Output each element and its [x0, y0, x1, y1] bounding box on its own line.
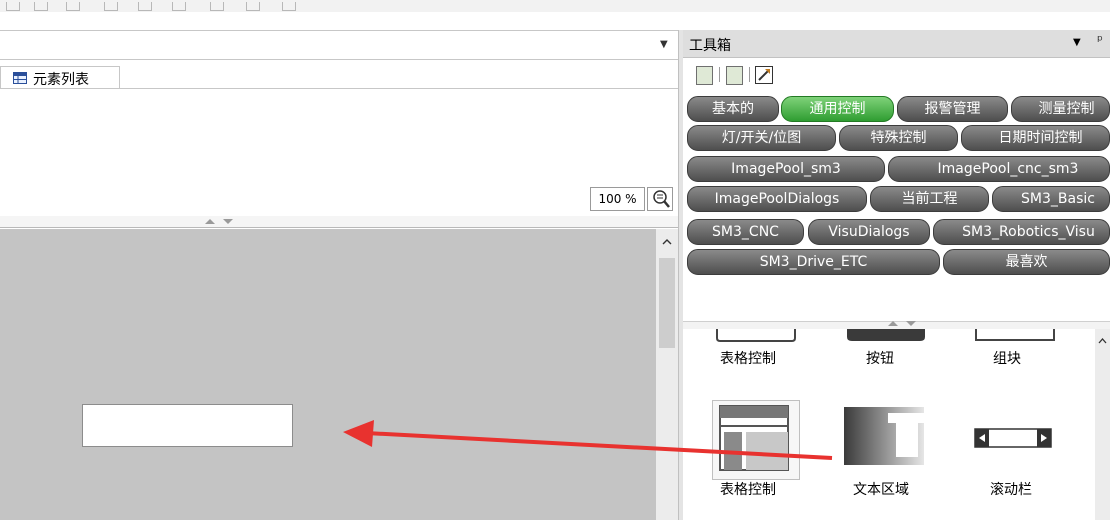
- toolbox-tab-special-controls[interactable]: 特殊控制: [839, 125, 958, 151]
- item-label: 组块: [993, 351, 1021, 367]
- tab-label: 元素列表: [33, 72, 89, 88]
- toolbar-icon[interactable]: [246, 2, 260, 11]
- text-field-element[interactable]: [82, 404, 293, 447]
- top-toolbar: [0, 0, 1110, 12]
- toolbox-tab-sm3-robotics[interactable]: SM3_Robotics_Visu: [933, 219, 1110, 245]
- toolbar-icon[interactable]: [172, 2, 186, 11]
- toolbox-tab-basic[interactable]: 基本的: [687, 96, 779, 122]
- toolbox-menu-arrow-icon[interactable]: ▼: [1073, 37, 1081, 48]
- text-area-icon[interactable]: [844, 407, 924, 465]
- toolbox-tab-measurement[interactable]: 测量控制: [1011, 96, 1110, 122]
- toolbox-tab-sm3-basic[interactable]: SM3_Basic: [992, 186, 1110, 212]
- toolbox-header: 工具箱 ▼ ᵖ: [683, 30, 1110, 58]
- toolbox-edit-icon[interactable]: [755, 66, 773, 84]
- scroll-up-icon[interactable]: [1095, 335, 1110, 347]
- toolbar-separator: [749, 67, 750, 82]
- toolbox-tab-favorites[interactable]: 最喜欢: [943, 249, 1110, 275]
- toolbar-icon[interactable]: [282, 2, 296, 11]
- toolbox-view-icon[interactable]: [726, 66, 743, 85]
- toolbox-tab-visudialogs[interactable]: VisuDialogs: [808, 219, 930, 245]
- item-label: 表格控制: [720, 351, 776, 367]
- toolbar-separator: [719, 67, 720, 82]
- toolbox-view-icon[interactable]: [696, 66, 713, 85]
- toolbox-tab-common-controls[interactable]: 通用控制: [781, 96, 894, 122]
- toolbox-iconbar: [683, 59, 1110, 91]
- magnifier-icon: [653, 190, 670, 208]
- zoom-level[interactable]: 100 %: [590, 187, 645, 211]
- toolbar-icon[interactable]: [34, 2, 48, 11]
- zoom-button[interactable]: [647, 187, 673, 211]
- splitter-grip-icon: [888, 321, 916, 326]
- toolbar-icon[interactable]: [104, 2, 118, 11]
- toolbox-tab-imagepool-cnc[interactable]: ImagePool_cnc_sm3: [888, 156, 1110, 182]
- toolbox-tab-datetime[interactable]: 日期时间控制: [961, 125, 1110, 151]
- toolbar-icon[interactable]: [6, 2, 20, 11]
- scroll-up-icon[interactable]: [656, 236, 678, 248]
- scrollbar-icon[interactable]: [974, 428, 1052, 448]
- item-label: 按钮: [866, 351, 894, 367]
- toolbox-tab-alarm-manager[interactable]: 报警管理: [897, 96, 1008, 122]
- toolbox-splitter[interactable]: [683, 321, 1110, 329]
- toolbox-tab-current-project[interactable]: 当前工程: [870, 186, 989, 212]
- visu-canvas[interactable]: [0, 229, 656, 520]
- toolbox-tab-sm3-drive[interactable]: SM3_Drive_ETC: [687, 249, 940, 275]
- toolbar-icon[interactable]: [66, 2, 80, 11]
- table-icon: [13, 72, 27, 84]
- tab-element-list[interactable]: 元素列表: [0, 66, 120, 88]
- scrollbar-thumb[interactable]: [659, 258, 675, 348]
- pin-icon[interactable]: ᵖ: [1097, 33, 1103, 49]
- button-icon[interactable]: [846, 329, 926, 343]
- toolbar-icon[interactable]: [138, 2, 152, 11]
- toolbox-scrollbar[interactable]: [1095, 329, 1110, 520]
- dropdown-arrow-icon[interactable]: ▼: [660, 39, 668, 50]
- toolbox-tab-lamps-switches[interactable]: 灯/开关/位图: [687, 125, 836, 151]
- item-label: 文本区域: [853, 482, 909, 498]
- toolbox-tab-imagepool-dialogs[interactable]: ImagePoolDialogs: [687, 186, 867, 212]
- element-list-area: [0, 88, 678, 216]
- horizontal-splitter[interactable]: [0, 216, 680, 228]
- toolbox-title: 工具箱: [689, 38, 731, 54]
- table-control-icon[interactable]: [718, 404, 790, 472]
- item-label: 表格控制: [720, 482, 776, 498]
- toolbox-tab-imagepool-sm3[interactable]: ImagePool_sm3: [687, 156, 885, 182]
- toolbar-icon[interactable]: [210, 2, 224, 11]
- table-control-icon[interactable]: [716, 329, 796, 343]
- properties-header: ▼: [0, 30, 680, 60]
- splitter-grip-icon: [205, 219, 233, 224]
- item-label: 滚动栏: [990, 482, 1032, 498]
- group-box-icon[interactable]: [975, 329, 1055, 343]
- toolbox-tab-sm3-cnc[interactable]: SM3_CNC: [687, 219, 804, 245]
